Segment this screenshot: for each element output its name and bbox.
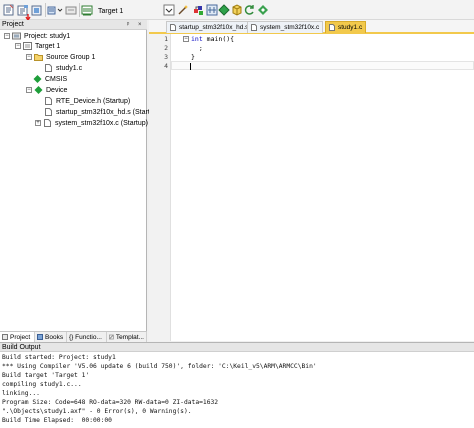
file-icon <box>44 108 53 116</box>
collapse-icon[interactable]: − <box>4 33 10 39</box>
batch-build-icon[interactable] <box>47 3 57 17</box>
code-line-1: int main(){ <box>191 35 235 43</box>
tab-system-file[interactable]: system_stm32f10x.c <box>247 21 324 33</box>
templates-icon <box>109 334 114 340</box>
file-icon <box>251 24 257 31</box>
tab-project[interactable]: Project <box>0 332 35 342</box>
target-select-value: Target 1 <box>98 7 124 15</box>
build-line: Program Size: Code=648 RO-data=320 RW-da… <box>2 399 219 406</box>
tree-label: startup_stm32f10x_hd.s (Startup) <box>56 108 160 116</box>
tree-item-project[interactable]: − Project: study1 <box>4 31 70 41</box>
tree-item-startup[interactable]: startup_stm32f10x_hd.s (Startup) <box>44 107 160 117</box>
pack-installer-icon[interactable] <box>231 3 243 17</box>
tree-item-cmsis[interactable]: CMSIS <box>33 74 67 84</box>
close-icon[interactable]: × <box>138 21 142 29</box>
editor-tabbar: startup_stm32f10x_hd.s system_stm32f10x.… <box>149 20 474 34</box>
tree-item-source-group[interactable]: − Source Group 1 <box>26 52 95 62</box>
diamond-toolbar-icon[interactable] <box>257 3 269 17</box>
collapse-icon[interactable]: − <box>26 87 32 93</box>
tab-study1-c[interactable]: study1.c <box>325 21 367 33</box>
tree-item-study1-c[interactable]: study1.c <box>44 63 82 73</box>
tab-startup-file[interactable]: startup_stm32f10x_hd.s <box>166 21 253 33</box>
translate-icon[interactable] <box>3 3 15 17</box>
tree-item-device[interactable]: − Device <box>26 85 67 95</box>
project-panel: Project ᵖ × − Project: study1 − Target 1… <box>0 20 160 342</box>
select-packs-icon[interactable] <box>218 3 230 17</box>
download-icon[interactable] <box>81 3 93 17</box>
panel-tabs: Project Books {} Functio... Templat... <box>0 331 147 342</box>
diamond-icon <box>33 75 42 83</box>
editor: startup_stm32f10x_hd.s system_stm32f10x.… <box>149 20 474 341</box>
project-tab-icon <box>2 334 8 340</box>
file-icon <box>44 64 53 72</box>
tree-label: Source Group 1 <box>46 53 96 61</box>
folder-icon <box>34 53 43 61</box>
build-line: linking... <box>2 390 40 397</box>
project-panel-title: Project <box>0 20 147 30</box>
stop-build-icon[interactable] <box>65 3 77 17</box>
toolbar: Target 1 <box>0 0 474 22</box>
pin-icon[interactable]: ᵖ <box>127 21 129 29</box>
file-icon <box>43 119 52 127</box>
build-line: *** Using Compiler 'V5.06 update 6 (buil… <box>2 363 317 370</box>
line-number: 2 <box>164 44 168 52</box>
collapse-icon[interactable]: − <box>15 43 21 49</box>
line-number: 4 <box>164 62 168 70</box>
build-line: ".\Objects\study1.axf" - 0 Error(s), 0 W… <box>2 408 192 415</box>
file-extensions-icon[interactable] <box>193 3 205 17</box>
target-icon <box>23 42 32 50</box>
fold-icon[interactable]: − <box>183 36 189 42</box>
build-line: Build Time Elapsed: 00:00:00 <box>2 417 112 424</box>
code-editor[interactable]: 1 2 3 4 − int main(){ ; } <box>149 34 474 341</box>
magic-wand-icon[interactable] <box>177 3 189 17</box>
code-line-2: ; <box>191 44 203 52</box>
tree-label: study1.c <box>56 64 83 72</box>
books-icon <box>37 334 43 340</box>
collapse-icon[interactable]: − <box>26 54 32 60</box>
batch-build-dropdown-icon[interactable] <box>57 3 63 17</box>
tab-templates[interactable]: Templat... <box>107 332 147 342</box>
tree-label: system_stm32f10x.c (Startup) <box>55 119 148 127</box>
file-icon <box>329 24 335 31</box>
refresh-icon[interactable] <box>244 3 256 17</box>
rebuild-icon[interactable] <box>31 3 43 17</box>
current-line-highlight <box>171 61 474 70</box>
target-options-icon[interactable] <box>163 3 175 17</box>
tree-label: Project: study1 <box>24 32 71 40</box>
build-line: compiling study1.c... <box>2 381 82 388</box>
tree-item-rte-device[interactable]: RTE_Device.h (Startup) <box>44 96 130 106</box>
line-number: 3 <box>164 53 168 61</box>
tab-functions[interactable]: {} Functio... <box>67 332 107 342</box>
tree-label: CMSIS <box>45 75 68 83</box>
tree-label: Target 1 <box>35 42 61 50</box>
build-line: Build target 'Target 1' <box>2 372 90 379</box>
tree-item-target[interactable]: − Target 1 <box>15 41 60 51</box>
manage-rte-icon[interactable] <box>206 3 218 17</box>
text-caret <box>190 63 191 70</box>
target-select[interactable]: Target 1 <box>96 5 152 17</box>
tab-books[interactable]: Books <box>35 332 67 342</box>
tree-label: RTE_Device.h (Startup) <box>56 97 131 105</box>
expand-icon[interactable]: + <box>35 120 41 126</box>
build-output-title: Build Output <box>0 343 474 352</box>
project-icon <box>12 32 21 40</box>
build-line: Build started: Project: study1 <box>2 354 116 361</box>
line-number-gutter: 1 2 3 4 <box>149 34 171 341</box>
tree-label: Device <box>46 86 68 94</box>
file-icon <box>44 97 53 105</box>
code-line-3: } <box>191 53 195 61</box>
tree-item-system[interactable]: + system_stm32f10x.c (Startup) <box>35 118 148 128</box>
file-icon <box>170 24 176 31</box>
build-output-panel: Build Output Build started: Project: stu… <box>0 342 474 428</box>
line-number: 1 <box>164 35 168 43</box>
diamond-icon <box>34 86 43 94</box>
